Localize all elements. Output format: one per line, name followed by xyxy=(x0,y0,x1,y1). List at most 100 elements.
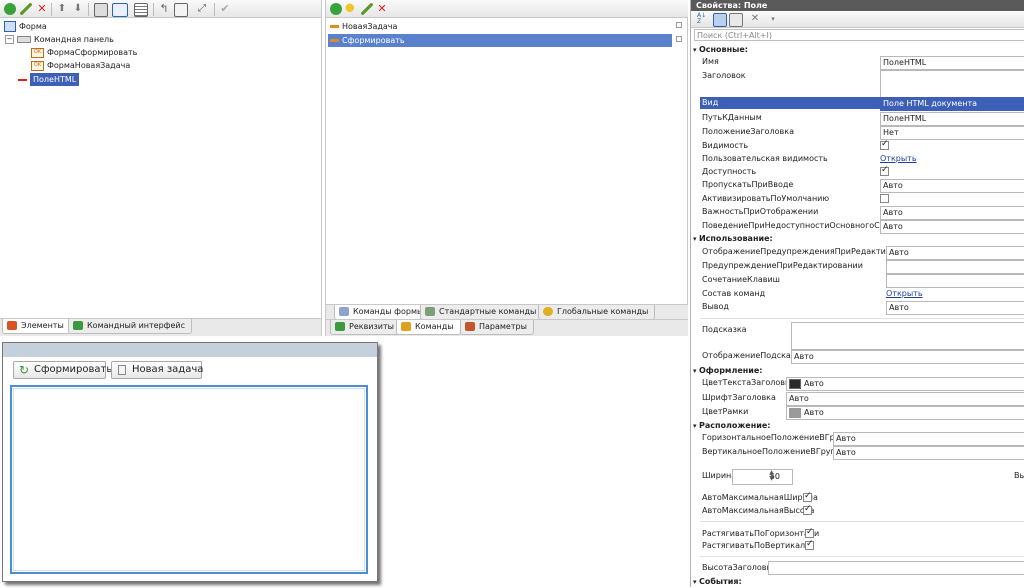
delete-icon[interactable]: ✕ xyxy=(376,3,388,15)
tree-item-button[interactable]: OK ФормаСформировать xyxy=(31,46,137,59)
filter-icon[interactable] xyxy=(729,13,743,27)
stretch-vertical-checkbox[interactable] xyxy=(805,539,814,550)
refresh-icon: ↻ xyxy=(19,363,30,377)
skip-on-input-select[interactable]: Авто xyxy=(880,179,1024,193)
tab-global-commands[interactable]: Глобальные команды xyxy=(538,305,656,320)
expand-icon[interactable]: ⤢ xyxy=(196,3,208,15)
section-appearance[interactable]: Оформление: xyxy=(693,365,763,376)
collapse-icon[interactable]: − xyxy=(5,35,14,44)
section-events[interactable]: События: xyxy=(693,576,742,587)
edit-warning-field[interactable] xyxy=(886,260,1024,274)
tab-command-interface[interactable]: Командный интерфейс xyxy=(68,319,193,334)
new-task-button[interactable]: Новая задача xyxy=(111,361,203,379)
elements-tabs: Элементы Командный интерфейс xyxy=(0,318,321,336)
check-form-icon[interactable] xyxy=(174,3,188,17)
tab-elements[interactable]: Элементы xyxy=(2,319,71,334)
title-font-select[interactable]: Авто xyxy=(786,392,1024,406)
command-set-link[interactable]: Открыть xyxy=(886,288,923,300)
visible-checkbox[interactable] xyxy=(880,139,889,150)
link-icon[interactable]: ↰ xyxy=(158,3,170,15)
output-select[interactable]: Авто xyxy=(886,301,1024,315)
importance-select[interactable]: Авто xyxy=(880,206,1024,220)
divider xyxy=(700,318,1024,319)
move-down-icon[interactable]: ⬇ xyxy=(72,3,84,15)
title-field[interactable] xyxy=(880,70,1024,98)
command-item-selected[interactable]: Сформировать xyxy=(328,34,672,47)
commands-panel: ✕ НоваяЗадача Сформировать Команды формы… xyxy=(325,0,688,336)
hint-field[interactable] xyxy=(791,322,1024,350)
tree-item-form[interactable]: Форма xyxy=(4,20,47,33)
tab-standard-commands[interactable]: Стандартные команды xyxy=(420,305,544,320)
add-group-icon[interactable] xyxy=(94,3,108,17)
edit-icon[interactable] xyxy=(361,3,373,15)
prop-label: ГоризонтальноеПоложениеВГруппе xyxy=(702,433,855,442)
user-visibility-link[interactable]: Открыть xyxy=(880,153,917,165)
checkmark-icon[interactable]: ✔ xyxy=(219,3,231,15)
add-icon[interactable] xyxy=(330,3,342,15)
kind-field[interactable]: Поле HTML документа xyxy=(880,97,1024,111)
section-layout[interactable]: Расположение: xyxy=(693,420,771,431)
stretch-horizontal-checkbox[interactable] xyxy=(805,527,814,538)
html-field-preview[interactable] xyxy=(10,385,368,574)
tab-attributes[interactable]: Реквизиты xyxy=(330,320,401,335)
tab-commands[interactable]: Команды xyxy=(396,320,461,335)
width-stepper[interactable]: 50 xyxy=(732,469,793,485)
color-swatch-icon xyxy=(789,407,801,418)
section-usage[interactable]: Использование: xyxy=(693,233,773,244)
prop-label: Имя xyxy=(702,57,719,66)
activate-default-checkbox[interactable] xyxy=(880,194,889,203)
tree-item-label: Командная панель xyxy=(34,35,114,44)
list-icon[interactable] xyxy=(134,3,148,17)
dropdown-icon[interactable]: ▾ xyxy=(767,13,779,25)
title-height-field[interactable] xyxy=(768,561,1024,575)
border-color-select[interactable]: Авто xyxy=(786,406,1024,420)
form-view-icon[interactable] xyxy=(112,3,128,17)
command-item[interactable]: НоваяЗадача xyxy=(330,20,670,33)
edit-icon[interactable] xyxy=(20,3,32,15)
properties-search-input[interactable]: Поиск (Ctrl+Alt+I) xyxy=(694,29,1024,41)
sort-alpha-icon[interactable]: A↓ Z xyxy=(697,13,709,25)
datapath-field[interactable]: ПолеHTML xyxy=(880,112,1024,126)
command-interface-tab-icon xyxy=(73,321,83,330)
title-position-select[interactable]: Нет xyxy=(880,126,1024,140)
command-icon xyxy=(330,39,339,42)
kind-row-selected[interactable] xyxy=(700,97,880,109)
tree-item-html-field[interactable]: ПолеHTML xyxy=(18,73,80,86)
prop-label: Подсказка xyxy=(702,325,747,334)
edit-warning-display-select[interactable]: Авто xyxy=(886,246,1024,260)
preview-header xyxy=(3,343,377,357)
categorized-icon[interactable] xyxy=(713,13,727,27)
scroll-marker-icon xyxy=(676,22,682,28)
hint-display-select[interactable]: Авто xyxy=(791,350,1024,364)
enabled-checkbox[interactable] xyxy=(880,165,889,176)
tab-parameters[interactable]: Параметры xyxy=(460,320,534,335)
tab-label: Командный интерфейс xyxy=(87,321,186,330)
vertical-position-select[interactable]: Авто xyxy=(833,446,1024,460)
generate-button[interactable]: ↻ Сформировать xyxy=(13,361,112,379)
close-icon[interactable]: ✕ xyxy=(749,13,761,25)
horizontal-position-select[interactable]: Авто xyxy=(833,432,1024,446)
tab-form-commands[interactable]: Команды формы xyxy=(334,305,431,320)
divider xyxy=(700,556,1024,557)
auto-max-width-checkbox[interactable] xyxy=(803,491,812,502)
tree-item-command-panel[interactable]: − Командная панель xyxy=(5,33,114,46)
server-behavior-select[interactable]: Авто xyxy=(880,220,1024,234)
name-field[interactable]: ПолеHTML xyxy=(880,56,1024,70)
add-sub-icon[interactable] xyxy=(345,3,357,15)
tree-item-label: ПолеHTML xyxy=(30,73,80,86)
shortcut-field[interactable] xyxy=(886,274,1024,288)
commands-tab-icon xyxy=(401,322,411,331)
auto-max-height-checkbox[interactable] xyxy=(803,504,812,515)
tree-item-button[interactable]: OK ФормаНоваяЗадача xyxy=(31,59,130,72)
prop-label: Доступность xyxy=(702,167,757,176)
toolbar-separator xyxy=(51,3,52,16)
add-icon[interactable] xyxy=(4,3,16,15)
stepper-arrows-icon[interactable]: ▲ ▼ xyxy=(767,470,776,482)
prop-label: Состав команд xyxy=(702,289,766,298)
section-main[interactable]: Основные: xyxy=(693,44,748,55)
delete-icon[interactable]: ✕ xyxy=(36,3,48,15)
parameters-tab-icon xyxy=(465,322,475,331)
move-up-icon[interactable]: ⬆ xyxy=(56,3,68,15)
tab-label: Глобальные команды xyxy=(557,307,649,316)
title-color-select[interactable]: Авто xyxy=(786,377,1024,391)
